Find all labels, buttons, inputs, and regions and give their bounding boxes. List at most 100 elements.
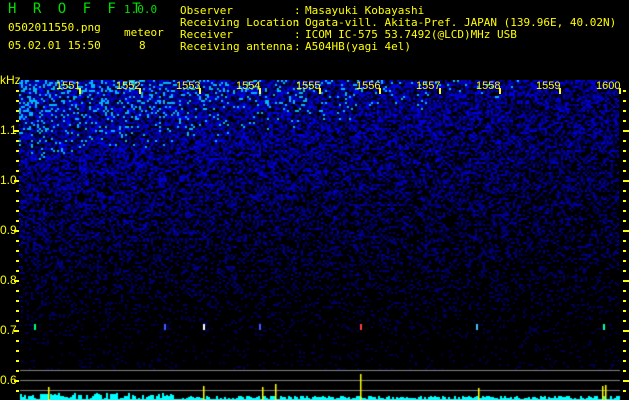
freq-tick — [16, 300, 19, 302]
time-tick — [619, 88, 621, 94]
time-tick — [79, 88, 81, 94]
time-label: 1554 — [236, 80, 261, 92]
freq-tick — [16, 90, 19, 92]
time-label: 1555 — [296, 80, 321, 92]
freq-tick — [623, 120, 626, 122]
freq-tick — [623, 190, 626, 192]
separator: : — [294, 40, 301, 53]
freq-tick — [16, 390, 19, 392]
meteor-label: meteor — [124, 26, 164, 39]
antenna-value: A504HB(yagi 4el) — [305, 40, 411, 53]
freq-tick — [623, 290, 626, 292]
freq-tick — [623, 390, 626, 392]
freq-tick — [16, 240, 19, 242]
time-tick — [439, 88, 441, 94]
freq-tick — [623, 330, 629, 332]
freq-tick — [16, 160, 19, 162]
freq-tick — [16, 210, 19, 212]
spectrogram — [19, 80, 619, 400]
freq-tick — [16, 360, 19, 362]
freq-tick — [623, 220, 626, 222]
freq-tick — [16, 270, 19, 272]
freq-tick — [623, 350, 626, 352]
freq-tick — [16, 100, 19, 102]
time-tick — [499, 88, 501, 94]
hrofft-window: H R O F F T 1.0.0 0502011550.png 05.02.0… — [0, 0, 629, 400]
freq-tick — [16, 320, 19, 322]
freq-tick — [623, 160, 626, 162]
freq-tick — [14, 130, 19, 132]
freq-tick — [16, 260, 19, 262]
freq-tick — [623, 260, 626, 262]
receiver-label: Receiver — [180, 28, 233, 41]
freq-tick — [16, 220, 19, 222]
freq-tick — [14, 230, 19, 232]
antenna-label: Receiving antenna — [180, 40, 293, 53]
freq-tick — [623, 140, 626, 142]
freq-tick — [623, 250, 626, 252]
freq-tick — [14, 380, 19, 382]
freq-tick — [623, 280, 629, 282]
freq-tick — [16, 200, 19, 202]
freq-tick — [623, 230, 629, 232]
separator: : — [294, 4, 301, 17]
freq-tick — [16, 370, 19, 372]
freq-tick — [14, 330, 19, 332]
time-label: 1600 — [596, 80, 621, 92]
freq-tick — [16, 110, 19, 112]
freq-tick — [16, 170, 19, 172]
freq-tick — [16, 190, 19, 192]
freq-tick — [16, 310, 19, 312]
time-label: 1557 — [416, 80, 441, 92]
freq-tick — [16, 340, 19, 342]
meteor-count: 8 — [139, 39, 146, 52]
time-tick — [319, 88, 321, 94]
freq-tick — [623, 270, 626, 272]
app-version: 1.0.0 — [124, 3, 158, 16]
time-label: 1558 — [476, 80, 501, 92]
observer-value: Masayuki Kobayashi — [305, 4, 425, 17]
freq-tick — [623, 340, 626, 342]
time-label: 1552 — [116, 80, 141, 92]
location-value: Ogata-vill. Akita-Pref. JAPAN (139.96E, … — [305, 16, 617, 29]
freq-tick — [623, 240, 626, 242]
freq-tick — [623, 360, 626, 362]
freq-tick — [14, 280, 19, 282]
freq-tick — [16, 140, 19, 142]
time-tick — [379, 88, 381, 94]
freq-tick — [623, 320, 626, 322]
freq-tick — [16, 120, 19, 122]
time-tick — [559, 88, 561, 94]
freq-unit-label: kHz — [0, 73, 21, 87]
freq-tick — [16, 150, 19, 152]
app-title: H R O F F T — [8, 1, 142, 17]
observer-label: Observer — [180, 4, 233, 17]
freq-tick — [623, 180, 629, 182]
freq-tick — [623, 300, 626, 302]
time-label: 1556 — [356, 80, 381, 92]
receiver-value: ICOM IC-575 53.7492(@LCD)MHz USB — [305, 28, 517, 41]
time-tick — [259, 88, 261, 94]
freq-tick — [623, 100, 626, 102]
time-label: 1553 — [176, 80, 201, 92]
freq-tick — [16, 350, 19, 352]
time-label: 1551 — [56, 80, 81, 92]
freq-tick — [623, 210, 626, 212]
location-label: Receiving Location — [180, 16, 300, 29]
time-tick — [139, 88, 141, 94]
file-datetime: 05.02.01 15:50 — [8, 39, 101, 52]
freq-tick — [14, 180, 19, 182]
file-name: 0502011550.png — [8, 21, 101, 34]
freq-tick — [623, 90, 626, 92]
time-label: 1559 — [536, 80, 561, 92]
freq-tick — [623, 130, 629, 132]
freq-tick — [16, 250, 19, 252]
freq-tick — [623, 370, 626, 372]
freq-tick — [623, 310, 626, 312]
meteor-histogram — [0, 360, 629, 400]
time-tick — [199, 88, 201, 94]
freq-tick — [16, 290, 19, 292]
freq-tick — [623, 150, 626, 152]
separator: : — [294, 28, 301, 41]
freq-tick — [623, 110, 626, 112]
